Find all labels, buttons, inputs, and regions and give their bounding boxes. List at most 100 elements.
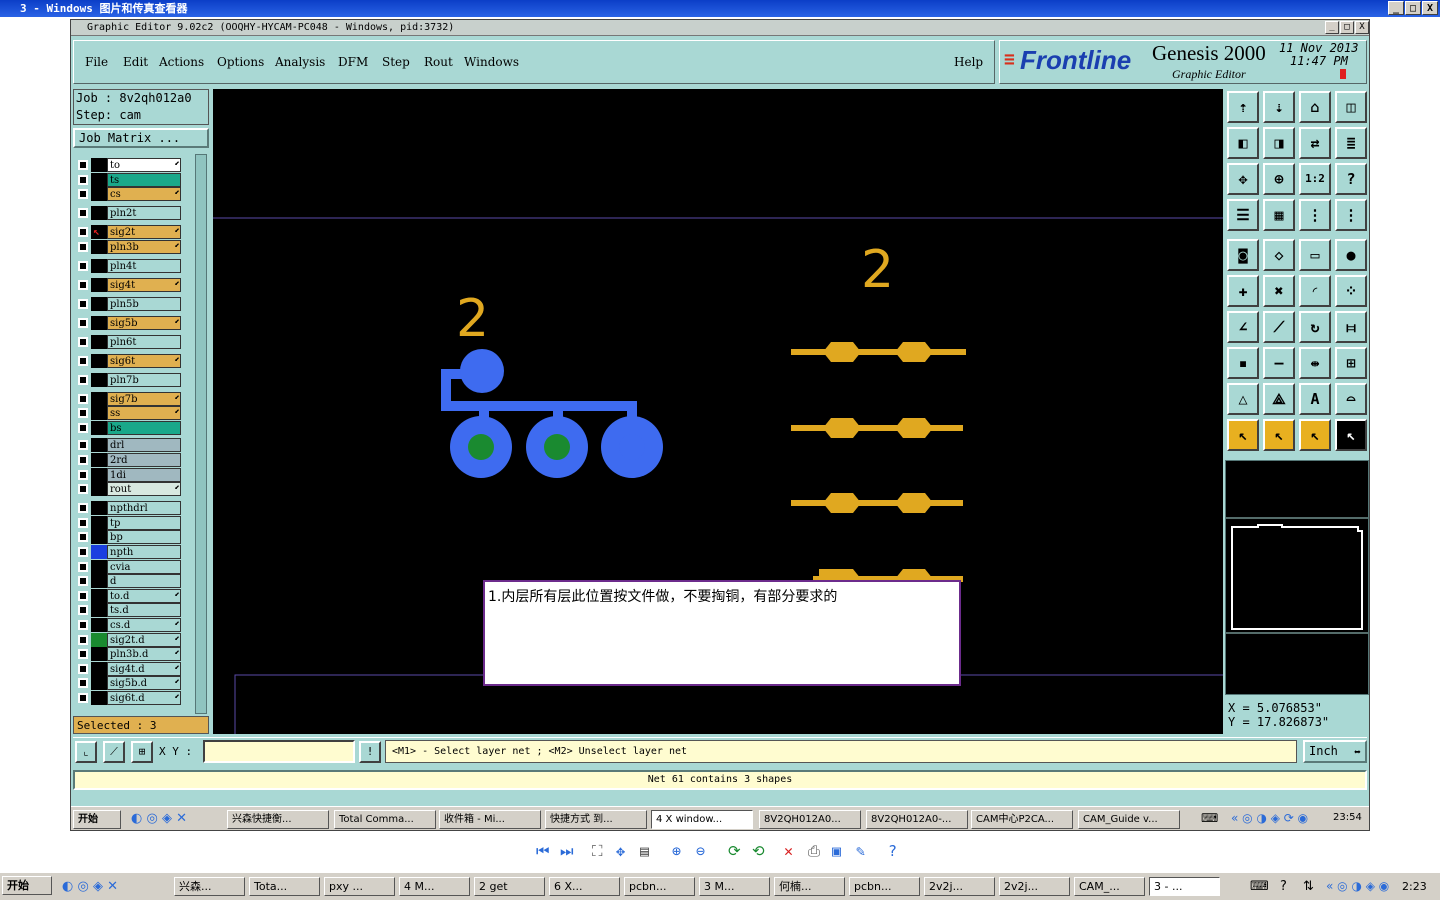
resize-icon[interactable]: ⇹ (1299, 347, 1331, 379)
layer-color-swatch[interactable] (91, 173, 107, 187)
slideshow-icon[interactable]: ▤ (640, 842, 649, 860)
layer-color-swatch[interactable] (91, 392, 107, 406)
tray-icons[interactable]: « ◎ ◑ ◈ ⟳ ◉ (1231, 811, 1308, 825)
layer-checkbox[interactable] (78, 299, 88, 309)
layer-name[interactable]: cs (107, 187, 181, 201)
delete-icon[interactable]: ✕ (784, 842, 793, 860)
layer-color-swatch[interactable] (91, 545, 107, 559)
net-select-icon[interactable]: ⋮ (1299, 199, 1331, 231)
triangle-a-icon[interactable]: A (1299, 383, 1331, 415)
inner-task-item[interactable]: Total Comma... (334, 810, 436, 829)
zoom-in-icon[interactable]: ⊕ (672, 842, 681, 860)
layer-name[interactable]: ts (107, 173, 181, 187)
layer-name[interactable]: cs.d (107, 618, 181, 632)
layer-row-pln2t[interactable]: pln2t (75, 206, 183, 220)
layer-checkbox[interactable] (78, 678, 88, 688)
layer-color-swatch[interactable] (91, 187, 107, 201)
pointer-rotate-icon[interactable]: ↖ (1299, 419, 1331, 451)
triangle-line-icon[interactable]: ⟁ (1263, 383, 1295, 415)
layer-row-cvia[interactable]: cvia (75, 560, 183, 574)
layer-row-ts[interactable]: ts (75, 173, 183, 187)
layer-row-npth[interactable]: npth (75, 545, 183, 559)
layer-checkbox[interactable] (78, 503, 88, 513)
task-item[interactable]: 6 X... (549, 877, 620, 896)
layer-row-pln7b[interactable]: pln7b (75, 373, 183, 387)
layer-name[interactable]: to.d (107, 589, 181, 603)
quicklaunch-icon[interactable]: ◐ ◎ ◈ ✕ (62, 879, 118, 894)
layer-color-swatch[interactable] (91, 158, 107, 172)
task-item[interactable]: 2v2j... (999, 877, 1070, 896)
angle-icon[interactable]: ∠ (1227, 311, 1259, 343)
task-item[interactable]: 3 M... (699, 877, 770, 896)
task-item[interactable]: Tota... (249, 877, 320, 896)
inner-task-item[interactable]: 收件箱 - Mi... (439, 810, 541, 829)
snap-icon[interactable]: ⟋ (103, 741, 125, 763)
layer-color-swatch[interactable] (91, 516, 107, 530)
layer-scrollbar[interactable] (195, 154, 207, 714)
rotate-icon[interactable]: ↻ (1299, 311, 1331, 343)
menu-rout[interactable]: Rout (424, 55, 453, 69)
layer-checkbox[interactable] (78, 394, 88, 404)
net-highlight-icon[interactable]: ⋮ (1335, 199, 1367, 231)
layer-checkbox[interactable] (78, 664, 88, 674)
layer-row-tp[interactable]: tp (75, 516, 183, 530)
center-icon[interactable]: ⊕ (1263, 163, 1295, 195)
layer-name[interactable]: ss (107, 406, 181, 420)
menu-analysis[interactable]: Analysis (275, 55, 325, 69)
layer-checkbox[interactable] (78, 280, 88, 290)
edit-icon[interactable]: ✎ (856, 842, 865, 860)
layer-name[interactable]: bp (107, 530, 181, 544)
split-view-icon[interactable]: ◫ (1335, 91, 1367, 123)
keyboard-icon[interactable]: ⌨ (1201, 811, 1218, 825)
layer-row-sig2t-d[interactable]: sig2t.d ⬋ (75, 633, 183, 647)
info-icon[interactable]: ! (359, 741, 381, 763)
layer-name[interactable]: pln5b (107, 297, 181, 311)
layer-color-swatch[interactable] (91, 438, 107, 452)
layer-color-swatch[interactable] (91, 676, 107, 690)
minimize-button[interactable]: _ (1388, 1, 1404, 15)
layer-row-sig5b[interactable]: sig5b ⬋ (75, 316, 183, 330)
triangle-icon[interactable]: △ (1227, 383, 1259, 415)
layer-checkbox[interactable] (78, 423, 88, 433)
layer-checkbox[interactable] (78, 440, 88, 450)
job-matrix-button[interactable]: Job Matrix ... (73, 128, 209, 148)
layer-color-swatch[interactable] (91, 240, 107, 254)
keyboard-icon[interactable]: ⌨ (1250, 879, 1269, 894)
grid-view-icon[interactable]: ▦ (1263, 199, 1295, 231)
previous-icon[interactable]: ⏮ (536, 842, 550, 860)
tray-icons[interactable]: « ◎ ◑ ◈ ◉ (1326, 879, 1389, 893)
layer-color-swatch[interactable] (91, 603, 107, 617)
pointer-icon[interactable]: ↖ (1227, 419, 1259, 451)
layer-row-sig7b[interactable]: sig7b ⬋ (75, 392, 183, 406)
layer-name[interactable]: pln3b (107, 240, 181, 254)
layer-color-swatch[interactable]: ↖ (91, 225, 107, 239)
app-minimize-button[interactable]: _ (1325, 21, 1339, 34)
layer-color-swatch[interactable] (91, 574, 107, 588)
zoom-left-icon[interactable]: ◧ (1227, 127, 1259, 159)
layer-checkbox[interactable] (78, 337, 88, 347)
layer-name[interactable]: to (107, 158, 181, 172)
layer-name[interactable]: 1di (107, 468, 181, 482)
home-icon[interactable]: ⌂ (1299, 91, 1331, 123)
layer-color-swatch[interactable] (91, 297, 107, 311)
help-icon[interactable]: ? (888, 842, 897, 860)
layer-row-rout[interactable]: rout ⬋ (75, 482, 183, 496)
layer-name[interactable]: npth (107, 545, 181, 559)
menu-help[interactable]: Help (954, 55, 983, 69)
layer-row-bs[interactable]: bs (75, 421, 183, 435)
sync-icon[interactable]: ⇅ (1303, 879, 1314, 894)
layer-color-swatch[interactable] (91, 373, 107, 387)
task-item[interactable]: pcbn... (624, 877, 695, 896)
polygon-icon[interactable]: ◇ (1263, 239, 1295, 271)
layer-name[interactable]: pln6t (107, 335, 181, 349)
layer-up-icon[interactable]: ⇡ (1227, 91, 1259, 123)
layer-checkbox[interactable] (78, 547, 88, 557)
connect-icon[interactable]: ✚ (1227, 275, 1259, 307)
task-item[interactable]: 3 - ... (1149, 877, 1220, 896)
layer-color-swatch[interactable] (91, 406, 107, 420)
layer-color-swatch[interactable] (91, 316, 107, 330)
layer-checkbox[interactable] (78, 227, 88, 237)
start-button[interactable]: 开始 (2, 876, 52, 895)
node-icon[interactable]: ⁘ (1335, 275, 1367, 307)
print-icon[interactable]: ⎙ (808, 842, 820, 860)
